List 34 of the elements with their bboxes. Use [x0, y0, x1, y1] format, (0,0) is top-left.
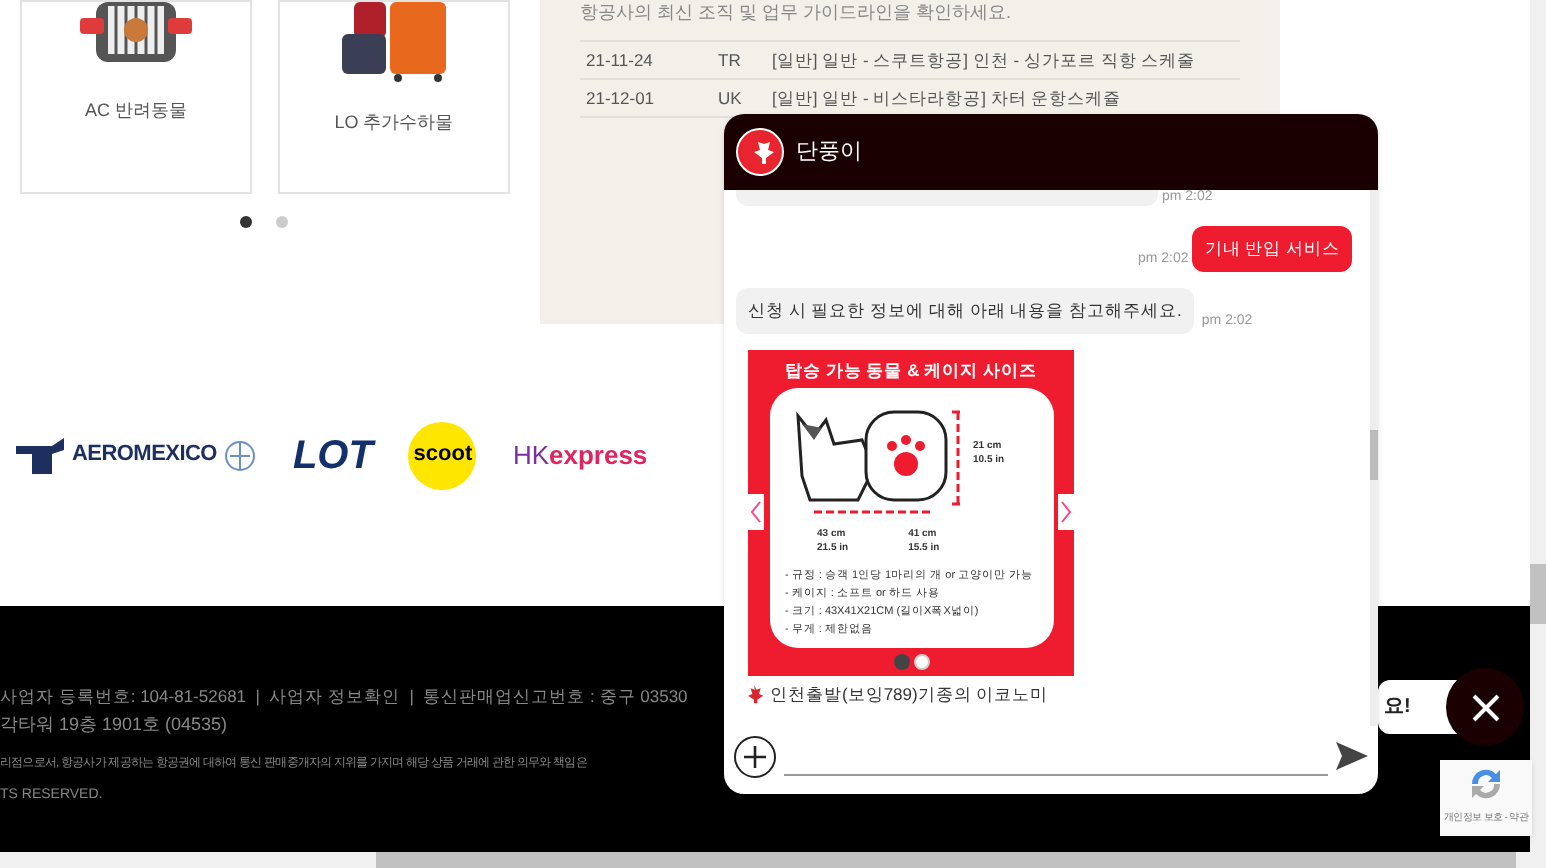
bot-message: 신청 시 필요한 정보에 대해 아래 내용을 참고해주세요.	[736, 287, 1194, 333]
product-card[interactable]: AC 반려동물	[20, 0, 252, 194]
note-text: 인천출발(보잉789)기종의 이코노미	[770, 681, 1049, 707]
chat-title: 단풍이	[796, 137, 862, 168]
footer-text: 각타워 19층 1901호 (04535)	[0, 712, 228, 738]
notice-date: 21-11-24	[586, 47, 655, 73]
suitcases-icon	[338, 2, 450, 82]
chevron-left-icon[interactable]	[748, 493, 764, 529]
maple-leaf-icon	[744, 683, 764, 704]
airline-logo-text: HKexpress	[512, 437, 648, 474]
recaptcha-icon	[1466, 764, 1506, 804]
airline-logo-text: AEROMEXICO	[72, 440, 217, 471]
notice-code: TR	[718, 47, 743, 73]
footer-text: 사업자 등록번호: 104-81-52681 | 사업자 정보확인 | 통신판매업신고번호 : 중구 03530	[0, 684, 688, 710]
user-message: 기내 반입 서비스	[1192, 226, 1352, 272]
send-icon[interactable]	[1336, 742, 1368, 770]
close-icon	[1469, 691, 1501, 723]
product-card[interactable]: LO 추가수하물	[278, 0, 510, 194]
chat-scrollbar[interactable]	[1370, 190, 1378, 726]
card-label: AC 반려동물	[84, 98, 187, 124]
plus-icon	[744, 745, 766, 767]
airline-logo-text: scoot	[408, 421, 477, 489]
airline-logo-text: LOT	[292, 435, 373, 475]
chevron-right-icon[interactable]	[1058, 493, 1074, 529]
notice-link[interactable]: [일반] 일반 - 비스타라항공] 차터 운항스케쥴	[772, 85, 1122, 111]
info-card-title: 탑승 가능 동물 & 케이지 사이즈	[785, 357, 1037, 383]
add-button[interactable]	[734, 735, 776, 777]
notice-intro: 항공사의 최신 조직 및 업무 가이드라인을 확인하세요.	[580, 0, 1014, 24]
notice-date: 21-12-01	[586, 85, 657, 111]
horizontal-scrollbar[interactable]	[0, 852, 1530, 868]
vertical-scrollbar[interactable]	[1530, 0, 1546, 868]
notice-code: UK	[718, 85, 744, 111]
card-label: LO 추가수하물	[334, 110, 454, 136]
notice-link[interactable]: [일반] 일반 - 스쿠트항공] 인천 - 싱가포르 직항 스케줄	[772, 47, 1196, 73]
